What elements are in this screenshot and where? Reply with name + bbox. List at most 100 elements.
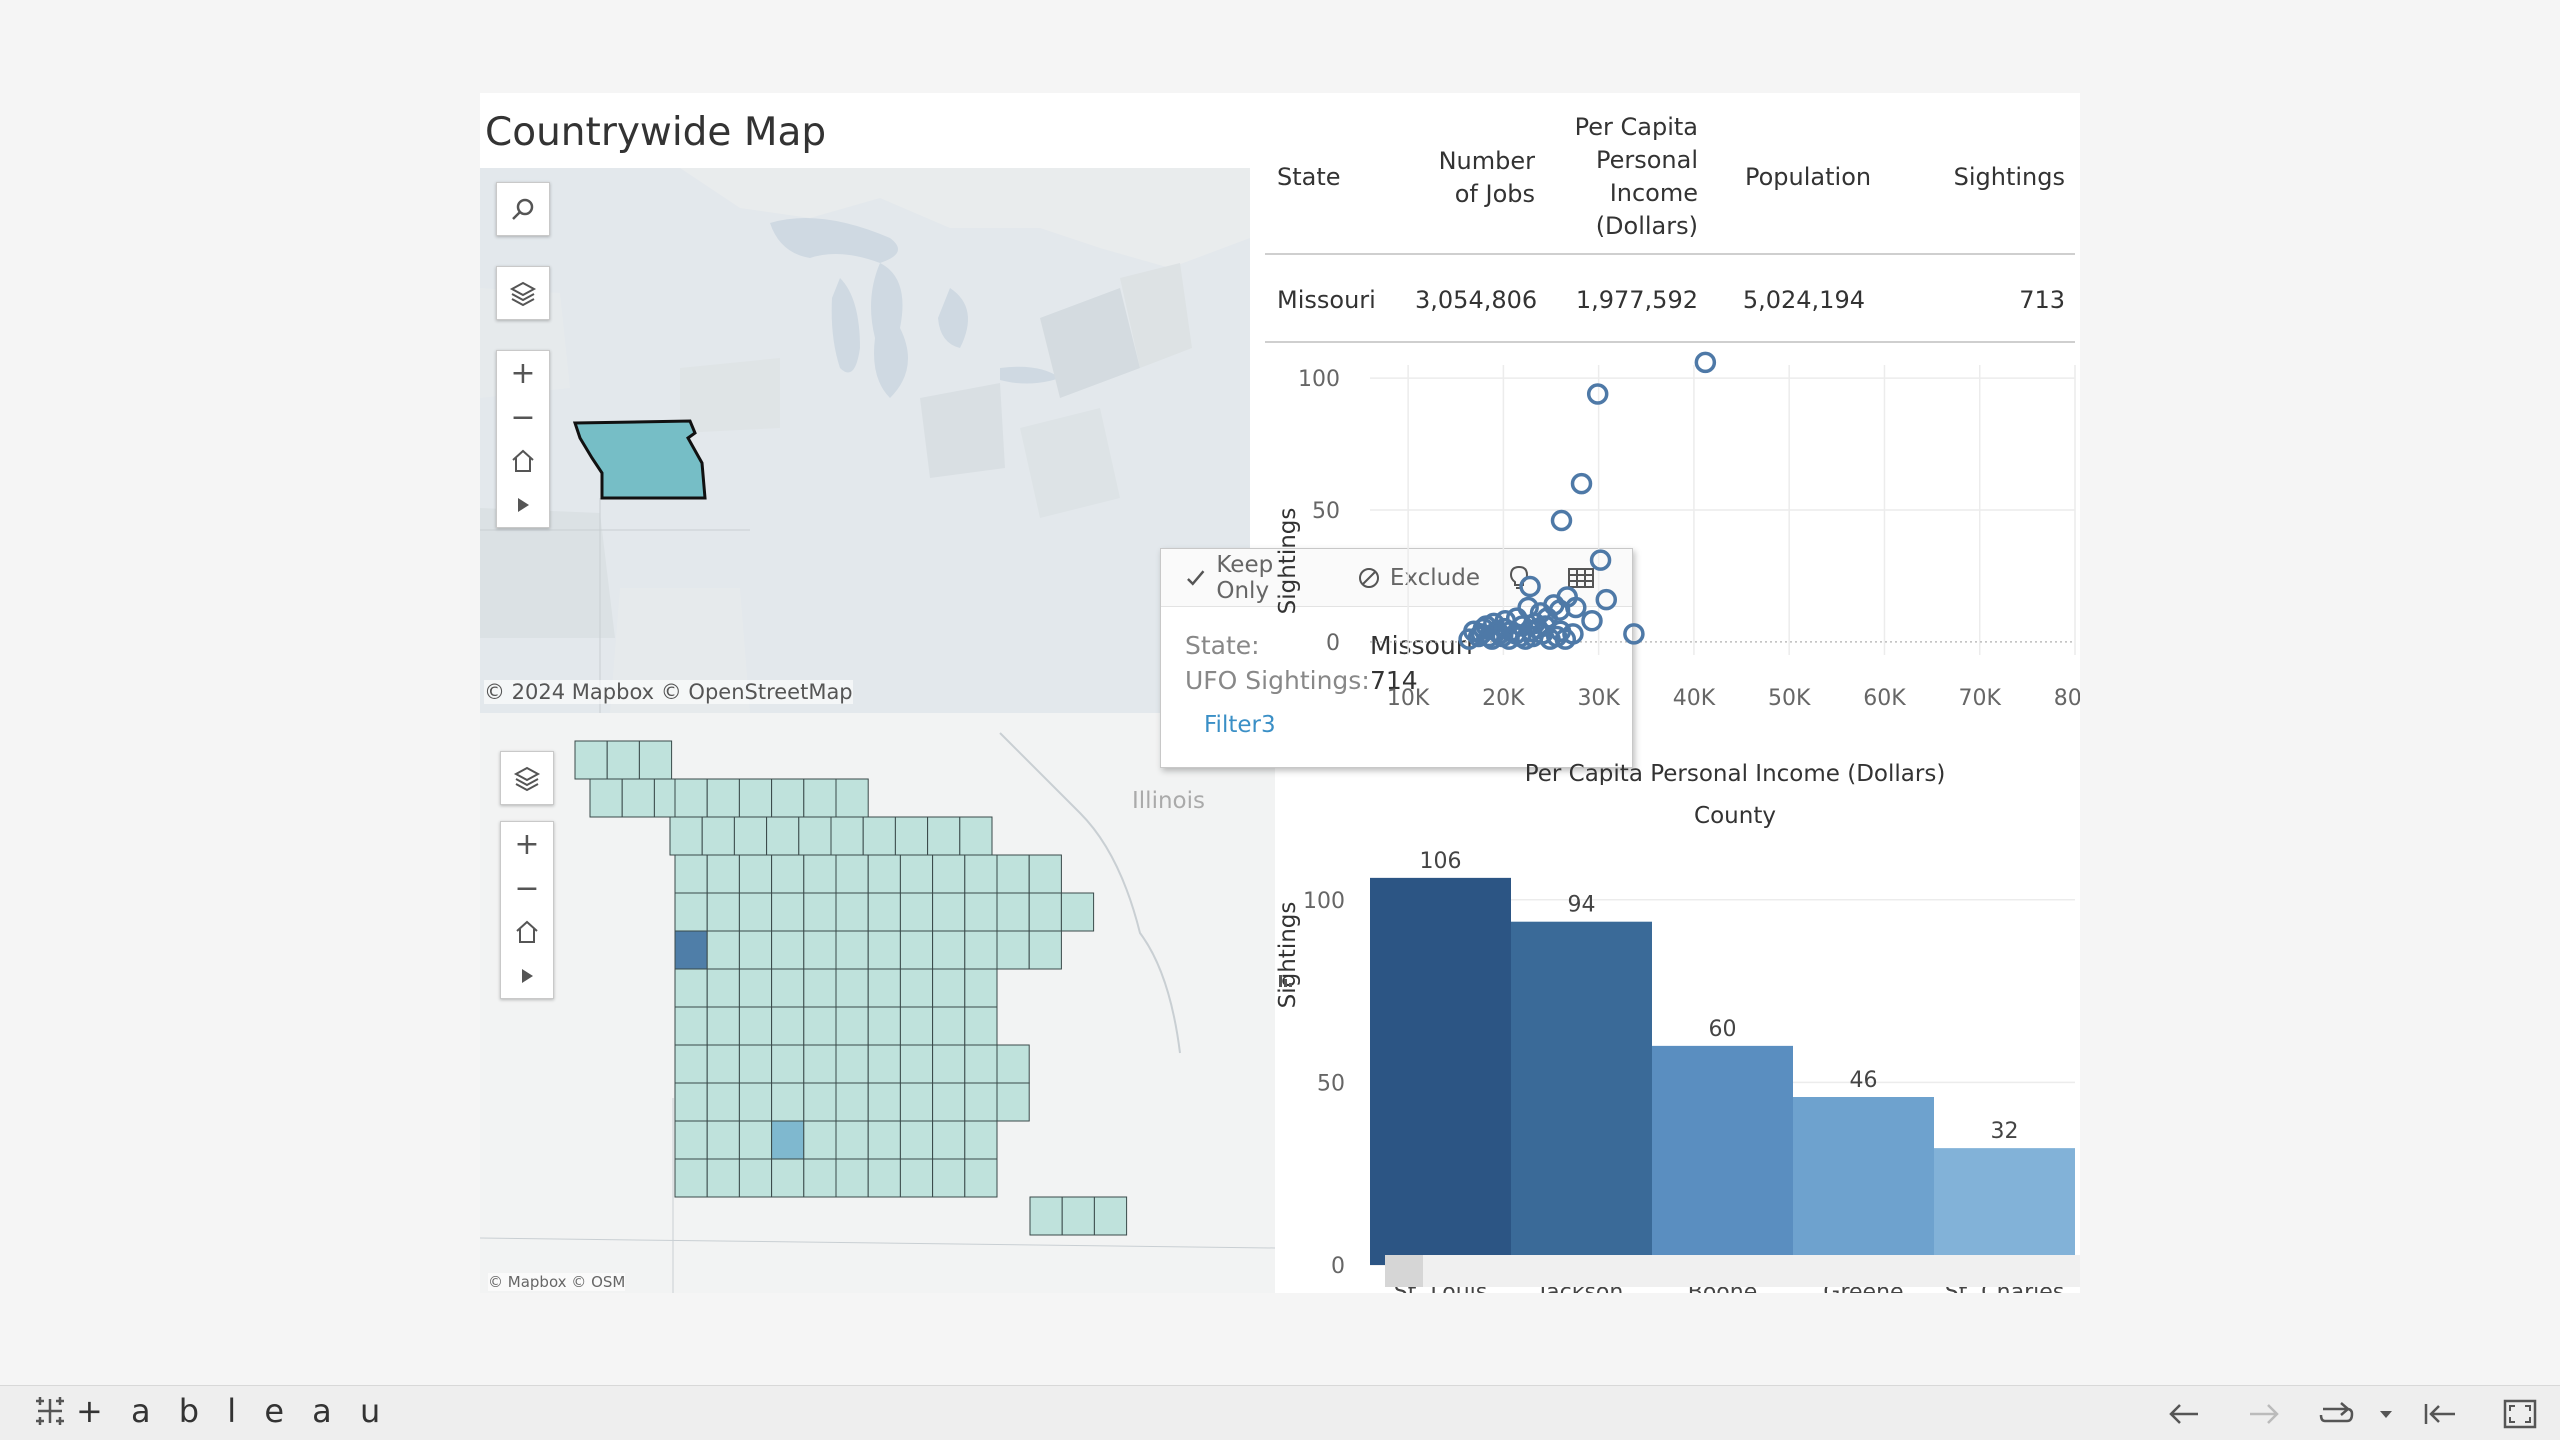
county-shape[interactable] [899, 1082, 934, 1122]
county-shape[interactable] [835, 892, 869, 932]
bar-plot[interactable]: County 050100 106St. Louis94Jackson60Boo… [1265, 785, 2080, 1305]
tableau-logo[interactable]: + a b l e a u [32, 1392, 389, 1430]
county-shape[interactable] [771, 1082, 805, 1122]
bar-boone[interactable] [1652, 1045, 1793, 1265]
county-shape[interactable] [771, 854, 805, 894]
county-shape[interactable] [964, 1006, 998, 1046]
county-shape[interactable] [738, 968, 773, 1008]
search-icon[interactable] [497, 183, 549, 235]
cell-jobs[interactable]: 3,054,806 [1415, 285, 1537, 315]
county-shape[interactable] [899, 1120, 934, 1160]
county-shape[interactable] [803, 778, 837, 818]
county-shape[interactable] [964, 1120, 998, 1160]
county-shape[interactable] [899, 930, 934, 970]
county-shape[interactable] [803, 1120, 837, 1160]
bar-chart-scrollbar[interactable] [1385, 1255, 2080, 1287]
county-shape[interactable] [798, 816, 832, 856]
pan-play-icon[interactable] [497, 483, 549, 527]
county-shape[interactable] [867, 892, 901, 932]
county-shape[interactable] [899, 1158, 934, 1198]
redo-button[interactable] [2244, 1394, 2284, 1434]
county-shape[interactable] [738, 930, 773, 970]
county-shape[interactable] [835, 1120, 869, 1160]
county-shape[interactable] [899, 1044, 934, 1084]
county-shape[interactable] [589, 778, 623, 818]
county-shape[interactable] [932, 854, 966, 894]
bar-st-louis[interactable] [1370, 877, 1511, 1265]
county-shape[interactable] [996, 854, 1030, 894]
county-shape[interactable] [803, 968, 837, 1008]
county-bar-chart[interactable]: County 050100 106St. Louis94Jackson60Boo… [1265, 785, 2080, 1305]
county-shape[interactable] [738, 1006, 773, 1046]
county-shape[interactable] [706, 1044, 740, 1084]
zoom-out-icon[interactable]: − [501, 866, 553, 910]
county-shape[interactable] [899, 892, 934, 932]
header-population[interactable]: Population [1745, 161, 1871, 194]
county-shape[interactable] [932, 892, 966, 932]
county-shape[interactable] [674, 1006, 708, 1046]
county-shape[interactable] [766, 816, 800, 856]
county-shape[interactable] [835, 778, 869, 818]
county-shape[interactable] [674, 1082, 708, 1122]
home-icon[interactable] [501, 910, 553, 954]
scatter-chart[interactable]: 10K 20K 30K 40K 50K 60K 70K 80K 0 50 100 Sightings… [1265, 345, 2097, 787]
county-shape[interactable] [606, 740, 640, 780]
county-shape[interactable] [674, 854, 708, 894]
county-shape[interactable] [835, 930, 869, 970]
cell-income[interactable]: 1,977,592 [1565, 285, 1698, 315]
county-shape[interactable] [738, 892, 773, 932]
county-shape[interactable] [964, 1044, 998, 1084]
county-shape[interactable] [669, 816, 703, 856]
bar-jackson[interactable] [1511, 921, 1652, 1265]
county-shape[interactable] [867, 1082, 901, 1122]
county-shape[interactable] [932, 1120, 966, 1160]
zoom-in-icon[interactable]: + [497, 351, 549, 395]
top-map-attribution[interactable]: © 2024 Mapbox © OpenStreetMap [484, 680, 853, 704]
county-shape[interactable] [803, 1044, 837, 1084]
layers-icon[interactable] [501, 752, 553, 804]
county-shape[interactable] [996, 892, 1030, 932]
county-shape[interactable] [964, 854, 998, 894]
county-shape[interactable] [638, 740, 673, 780]
county-shape[interactable] [1061, 1196, 1095, 1236]
scatter-point[interactable] [1694, 351, 1717, 374]
county-shape[interactable] [706, 930, 740, 970]
county-shape[interactable] [738, 1044, 773, 1084]
county-shape[interactable] [835, 1006, 869, 1046]
county-shape[interactable] [674, 968, 708, 1008]
county-shape[interactable] [771, 930, 805, 970]
county-shape[interactable] [674, 930, 708, 970]
county-shape[interactable] [835, 968, 869, 1008]
county-shape[interactable] [674, 1044, 708, 1084]
county-shape[interactable] [674, 1158, 708, 1198]
county-shape[interactable] [867, 1120, 901, 1160]
county-shape[interactable] [771, 968, 805, 1008]
county-shape[interactable] [738, 1158, 773, 1198]
county-shape[interactable] [927, 816, 961, 856]
county-shape[interactable] [867, 930, 901, 970]
county-shape[interactable] [738, 778, 773, 818]
county-shape[interactable] [1060, 892, 1095, 932]
county-shape[interactable] [706, 968, 740, 1008]
county-shape[interactable] [899, 854, 934, 894]
scatter-point[interactable] [1519, 575, 1541, 598]
county-map-layers-control[interactable] [500, 751, 554, 805]
county-shape[interactable] [964, 1158, 998, 1198]
county-shape[interactable] [803, 1082, 837, 1122]
county-shape[interactable] [932, 930, 966, 970]
county-shape[interactable] [867, 1158, 901, 1198]
bar-st-charles[interactable] [1934, 1148, 2075, 1265]
county-shape[interactable] [706, 1158, 740, 1198]
county-shape[interactable] [771, 1120, 805, 1160]
county-shape[interactable] [835, 1082, 869, 1122]
county-shape[interactable] [674, 778, 708, 818]
county-shape[interactable] [701, 816, 735, 856]
county-shape[interactable] [771, 1158, 805, 1198]
pan-play-icon[interactable] [501, 954, 553, 998]
revert-button[interactable] [2316, 1394, 2356, 1434]
country-map[interactable]: + − © 2024 Mapbox © OpenStreetMap [480, 168, 1250, 713]
county-shape[interactable] [964, 1082, 998, 1122]
county-shape[interactable] [835, 854, 869, 894]
county-shape[interactable] [996, 1082, 1030, 1122]
scrollbar-thumb[interactable] [1385, 1255, 1423, 1287]
